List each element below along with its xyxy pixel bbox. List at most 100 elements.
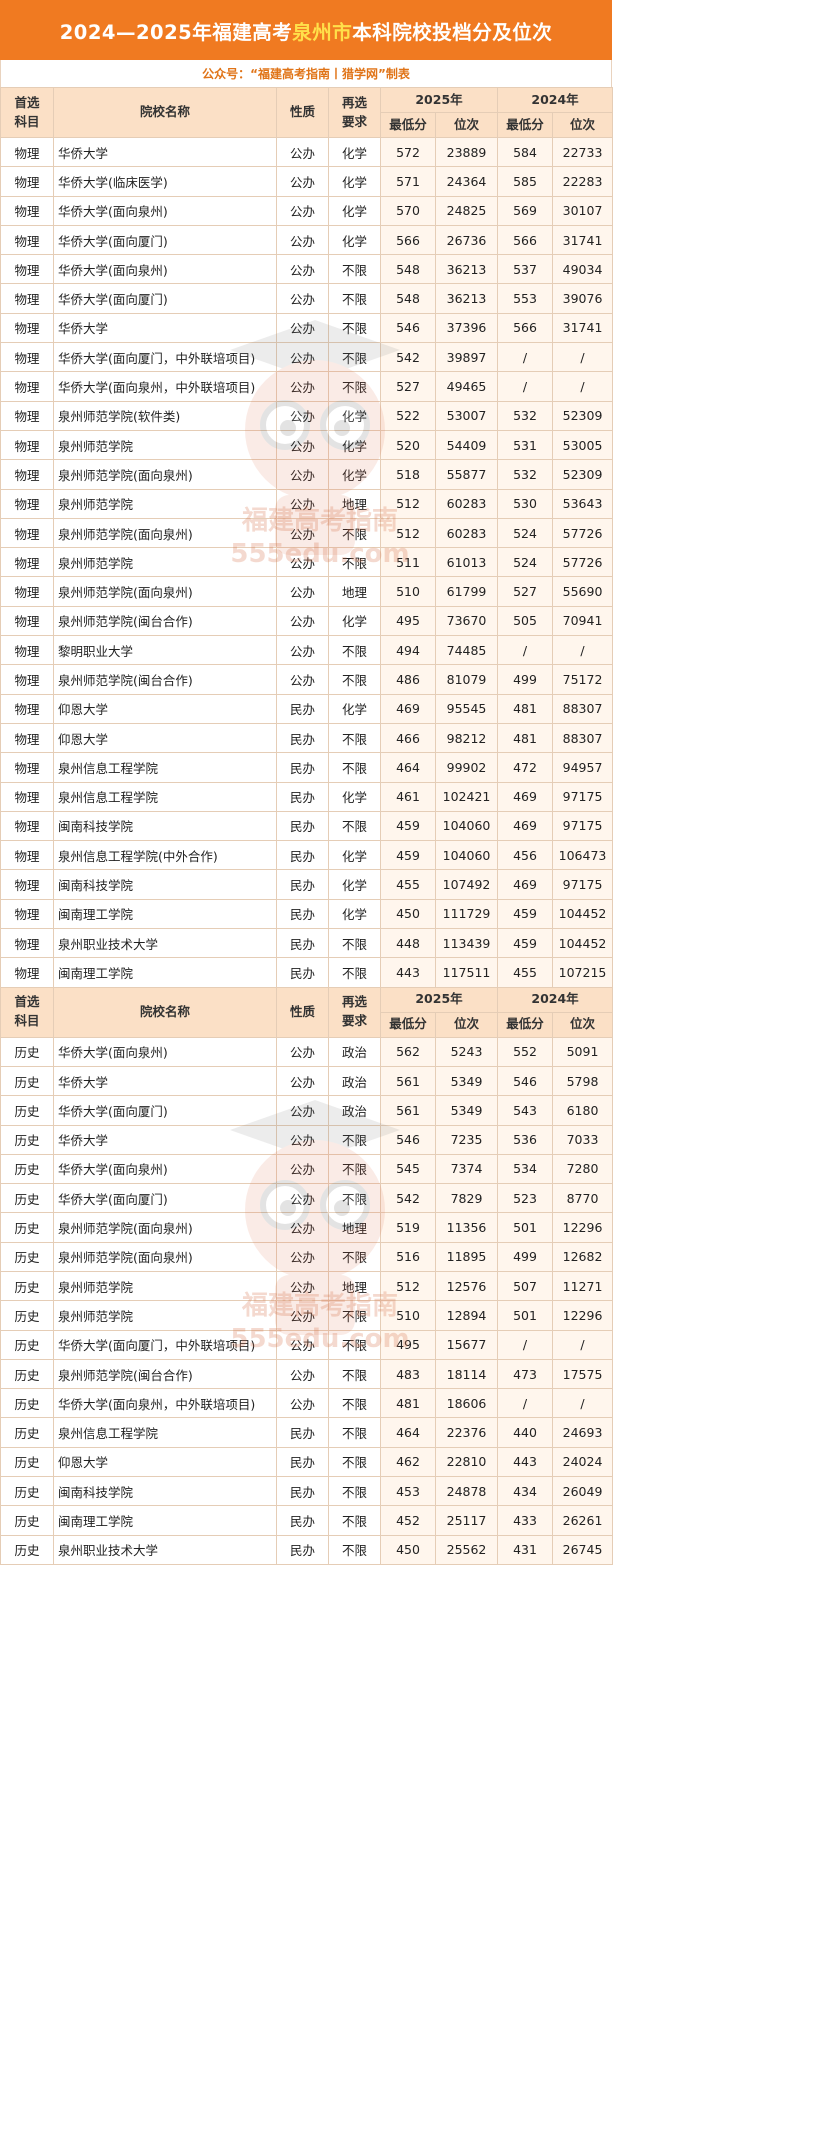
category-cell: 物理 [0, 547, 54, 578]
type-cell: 民办 [276, 722, 329, 754]
rank-2025-cell: 5243 [434, 1036, 499, 1067]
category-cell: 历史 [0, 1183, 54, 1214]
rank-2025-cell: 25117 [434, 1505, 499, 1536]
rank-2025-cell: 23889 [434, 136, 499, 168]
rank-2025-cell: 24825 [434, 195, 499, 226]
min-score-2024-cell: / [497, 635, 554, 666]
requirement-cell: 化学 [328, 136, 381, 168]
min-score-2024-cell: 534 [497, 1153, 554, 1185]
rank-2025-cell: 25562 [434, 1534, 499, 1565]
requirement-cell: 不限 [328, 1183, 381, 1214]
min-score-2024-cell: 553 [497, 283, 554, 314]
rank-2025-cell: 81079 [434, 664, 499, 695]
school-cell: 仰恩大学 [53, 1446, 277, 1478]
school-cell: 泉州师范学院 [53, 488, 277, 519]
requirement-cell: 不限 [328, 1124, 381, 1155]
min-score-2024-cell: 440 [497, 1417, 554, 1448]
requirement-cell: 政治 [328, 1065, 381, 1097]
min-score-2025-cell: 542 [380, 1183, 436, 1214]
category-cell: 物理 [0, 898, 54, 930]
min-score-2024-cell: 585 [497, 166, 554, 197]
min-score-2024-cell: 524 [497, 547, 554, 578]
requirement-cell: 化学 [328, 459, 381, 490]
school-cell: 华侨大学 [53, 1065, 277, 1097]
requirement-cell: 不限 [328, 312, 381, 344]
requirement-cell: 化学 [328, 195, 381, 226]
school-cell: 闽南科技学院 [53, 1476, 277, 1507]
subtitle: 公众号：“福建高考指南丨猎学网”制表 [0, 60, 612, 87]
requirement-cell: 不限 [328, 664, 381, 695]
header-min-score-2025: 最低分 [380, 112, 436, 138]
min-score-2024-cell: 552 [497, 1036, 554, 1067]
school-cell: 泉州师范学院(面向泉州) [53, 517, 277, 549]
category-cell: 物理 [0, 400, 54, 431]
table-row: 物理 泉州师范学院 公办 地理 512 60283 530 53643 [0, 488, 614, 519]
rank-2025-cell: 113439 [434, 928, 499, 959]
school-cell: 泉州师范学院(面向泉州) [53, 459, 277, 490]
school-cell: 泉州师范学院(闽台合作) [53, 1358, 277, 1390]
table-row: 历史 闽南科技学院 民办 不限 453 24878 434 26049 [0, 1476, 614, 1507]
category-cell: 历史 [0, 1095, 54, 1126]
min-score-2024-cell: 443 [497, 1446, 554, 1478]
min-score-2025-cell: 469 [380, 693, 436, 724]
min-score-2025-cell: 510 [380, 576, 436, 607]
header-rank-2024: 位次 [552, 112, 614, 138]
min-score-2025-cell: 520 [380, 429, 436, 461]
requirement-cell: 政治 [328, 1036, 381, 1067]
min-score-2025-cell: 510 [380, 1300, 436, 1331]
rank-2024-cell: / [552, 1329, 614, 1360]
table-row: 历史 泉州师范学院 公办 地理 512 12576 507 11271 [0, 1270, 614, 1302]
min-score-2024-cell: 434 [497, 1476, 554, 1507]
category-cell: 历史 [0, 1505, 54, 1536]
table-row: 物理 泉州师范学院(面向泉州) 公办 化学 518 55877 532 52309 [0, 459, 614, 490]
category-cell: 历史 [0, 1036, 54, 1067]
requirement-cell: 不限 [328, 1300, 381, 1331]
rank-2024-cell: 57726 [552, 517, 614, 549]
rank-2024-cell: 12296 [552, 1212, 614, 1243]
table-row: 物理 华侨大学(面向泉州，中外联培项目) 公办 不限 527 49465// [0, 371, 614, 402]
type-cell: 公办 [276, 517, 329, 549]
type-cell: 公办 [276, 547, 329, 578]
rank-2024-cell: 12682 [552, 1241, 614, 1272]
min-score-2025-cell: 566 [380, 224, 436, 256]
rank-2025-cell: 26736 [434, 224, 499, 256]
min-score-2024-cell: 481 [497, 693, 554, 724]
title-prefix: 2024—2025年福建高考 [59, 20, 293, 44]
rank-2025-cell: 54409 [434, 429, 499, 461]
category-cell: 历史 [0, 1417, 54, 1448]
min-score-2025-cell: 546 [380, 312, 436, 344]
rank-2024-cell: 106473 [552, 840, 614, 871]
min-score-2024-cell: 501 [497, 1300, 554, 1331]
type-cell: 民办 [276, 752, 329, 783]
rank-2024-cell: 97175 [552, 781, 614, 812]
min-score-2025-cell: 522 [380, 400, 436, 431]
min-score-2025-cell: 527 [380, 371, 436, 402]
requirement-cell: 化学 [328, 898, 381, 930]
min-score-2025-cell: 453 [380, 1476, 436, 1507]
table-row: 物理 黎明职业大学 公办 不限 494 74485// [0, 635, 614, 666]
min-score-2025-cell: 443 [380, 957, 436, 988]
min-score-2025-cell: 572 [380, 136, 436, 168]
rank-2024-cell: 12296 [552, 1300, 614, 1331]
table-row: 历史 泉州职业技术大学 民办 不限 450 25562 431 26745 [0, 1534, 614, 1565]
school-cell: 闽南科技学院 [53, 869, 277, 900]
category-cell: 物理 [0, 635, 54, 666]
min-score-2025-cell: 548 [380, 254, 436, 285]
rank-2024-cell: 49034 [552, 254, 614, 285]
type-cell: 民办 [276, 1505, 329, 1536]
title-suffix: 本科院校投档分及位次 [352, 20, 553, 44]
min-score-2024-cell: 469 [497, 781, 554, 812]
rank-2025-cell: 7235 [434, 1124, 499, 1155]
type-cell: 公办 [276, 1065, 329, 1097]
category-cell: 物理 [0, 283, 54, 314]
school-cell: 闽南理工学院 [53, 957, 277, 988]
type-cell: 公办 [276, 1300, 329, 1331]
rank-2024-cell: 26745 [552, 1534, 614, 1565]
table-row: 物理 华侨大学(面向厦门) 公办 化学 566 26736 566 31741 [0, 224, 614, 256]
title-highlight: 泉州市 [292, 20, 353, 44]
rank-2025-cell: 98212 [434, 722, 499, 754]
header-category-line2: 科目 [14, 1013, 40, 1029]
type-cell: 公办 [276, 342, 329, 373]
rank-2025-cell: 39897 [434, 342, 499, 373]
rank-2024-cell: 57726 [552, 547, 614, 578]
